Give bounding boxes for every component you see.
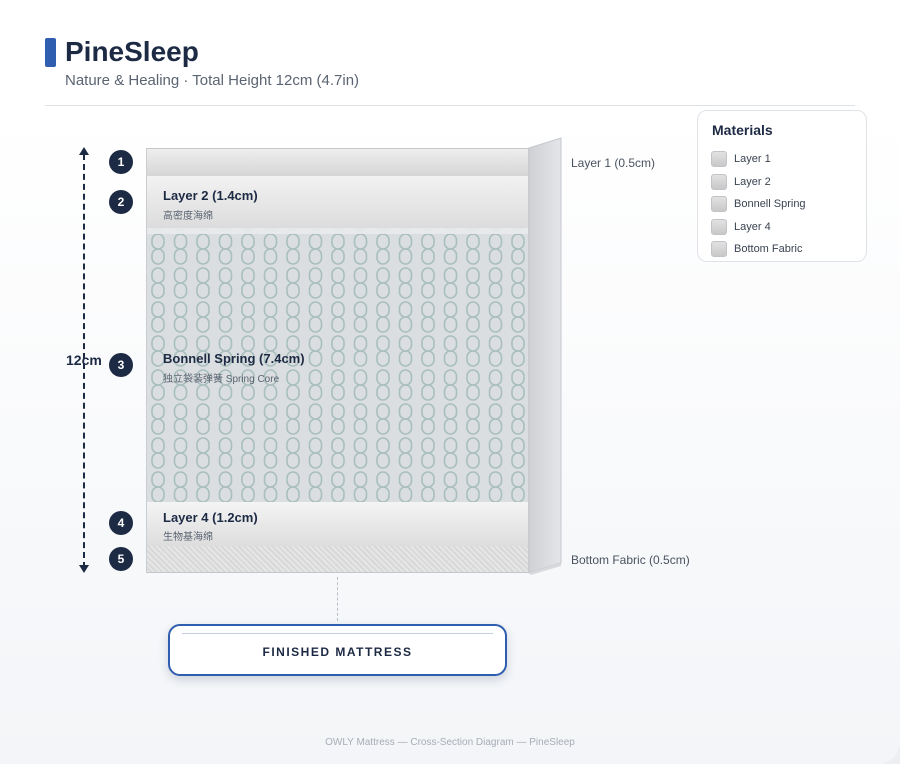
layer-1 [146,148,529,176]
layer-2: Layer 2 (1.4cm) 高密度海绵 [146,176,529,228]
finished-mattress-label: FINISHED MATTRESS [262,645,413,659]
legend-item-bottom-fabric: Bottom Fabric [711,241,802,257]
legend-item-bonnell-spring: Bonnell Spring [711,196,806,212]
footer-caption: OWLY Mattress — Cross-Section Diagram — … [325,737,575,748]
legend-title: Materials [712,122,773,138]
layer-4-sublabel: 生物基海绵 [163,532,213,543]
legend-label: Layer 1 [734,153,771,165]
legend-item-layer-2: Layer 2 [711,174,771,190]
layer-4: Layer 4 (1.2cm) 生物基海绵 [146,502,529,546]
layer-1-callout: Layer 1 (0.5cm) [571,156,656,170]
finished-box-rule [182,633,493,634]
result-connector [337,577,338,621]
layer-3-sublabel: 独立袋装弹簧 Spring Core [163,374,280,385]
layer-2-label: Layer 2 (1.4cm) [163,188,258,203]
layer-5-callout: Bottom Fabric (0.5cm) [571,553,690,567]
legend-swatch [711,174,727,190]
layer-2-sublabel: 高密度海绵 [163,211,213,222]
legend-label: Layer 4 [734,221,771,233]
layer-3-label: Bonnell Spring (7.4cm) [163,351,305,366]
legend-item-layer-1: Layer 1 [711,151,771,167]
legend-item-layer-4: Layer 4 [711,219,771,235]
materials-legend: Materials Layer 1 Layer 2 Bonnell Spring… [697,110,867,262]
finished-mattress-box: FINISHED MATTRESS [168,624,507,676]
diagram-card: PineSleep Nature & Healing · Total Heigh… [0,0,900,764]
legend-swatch [711,151,727,167]
legend-label: Layer 2 [734,176,771,188]
legend-swatch [711,219,727,235]
layer-4-label: Layer 4 (1.2cm) [163,510,258,525]
layer-5-bottom-fabric [146,546,529,573]
layer-3-spring-core: Bonnell Spring (7.4cm) 独立袋装弹簧 Spring Cor… [146,228,529,502]
legend-swatch [711,241,727,257]
legend-label: Bottom Fabric [734,243,803,255]
legend-label: Bonnell Spring [734,198,806,210]
legend-swatch [711,196,727,212]
